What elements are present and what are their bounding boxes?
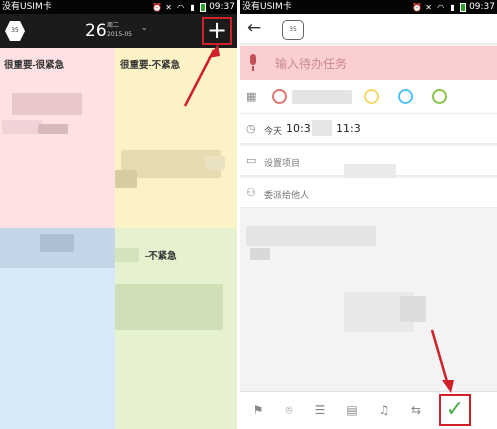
time-prefix: 今天	[264, 127, 283, 137]
mute-icon: ✕	[165, 2, 172, 12]
blurred-task	[205, 156, 225, 170]
alarm-icon: ⏰	[412, 2, 423, 12]
wifi-icon: ◠	[437, 2, 445, 12]
quadrant-important-not-urgent[interactable]: 很重要-不紧急	[115, 48, 237, 228]
folder-icon: ▭	[246, 154, 257, 167]
signal-icon: ▮	[190, 2, 195, 12]
alarm-icon: ⏰	[152, 2, 163, 12]
quadrant-label: 很重要-不紧急	[120, 60, 181, 71]
quadrant-not-important-not-urgent[interactable]: -不紧急	[115, 228, 237, 429]
repeat-icon[interactable]: ⇆	[408, 403, 424, 417]
confirm-button[interactable]: ✓	[439, 394, 471, 426]
blurred-task	[115, 284, 223, 330]
carrier-text: 没有USIM卡	[2, 2, 52, 12]
quadrant-not-important-urgent[interactable]	[0, 228, 115, 429]
hexagon-logo-icon[interactable]: 35	[5, 21, 25, 41]
back-arrow-icon[interactable]: ←	[247, 17, 261, 39]
right-phone-screen: 没有USIM卡 ⏰ ✕ ◠ ▮ 09:37 ← 35 输入待办任务 ▦ ◷ 今天…	[240, 0, 497, 429]
mute-icon: ✕	[425, 2, 432, 12]
bookmark-icon[interactable]: ⚑	[250, 403, 266, 417]
priority-yellow-option[interactable]	[364, 89, 379, 104]
bell-icon[interactable]: ♫	[376, 403, 392, 417]
delegate-label: 委派给他人	[264, 191, 310, 201]
delegate-row[interactable]: ⚇ 委派给他人	[240, 178, 497, 208]
blurred-note	[400, 296, 426, 322]
quadrant-label: -不紧急	[145, 251, 177, 262]
blurred-task	[292, 90, 352, 104]
person-icon: ⚇	[246, 186, 256, 199]
blurred-task	[115, 248, 139, 262]
chevron-down-icon[interactable]: ⌄	[141, 23, 148, 32]
priority-green-option[interactable]	[432, 89, 447, 104]
quadrant-important-urgent[interactable]: 很重要-很紧急	[0, 48, 115, 228]
app-header: 35 26 周二 2015-05 ⌄ +	[0, 14, 237, 48]
status-bar: 没有USIM卡 ⏰ ✕ ◠ ▮ 09:37	[0, 0, 237, 14]
blurred-task	[12, 93, 82, 115]
blurred-note	[250, 248, 270, 260]
blurred-task	[115, 170, 137, 188]
blurred-task	[2, 120, 42, 134]
status-time: 09:37	[469, 2, 495, 12]
weekday-label: 周二	[107, 22, 120, 29]
wifi-icon: ◠	[177, 2, 185, 12]
blurred-note	[246, 226, 376, 246]
task-editor-header: ← 35	[240, 14, 497, 44]
add-task-button[interactable]: +	[202, 17, 232, 45]
priority-row: ▦	[240, 80, 497, 114]
microphone-icon[interactable]	[248, 54, 258, 72]
start-time[interactable]: 10:3	[286, 122, 311, 135]
task-input-row[interactable]: 输入待办任务	[240, 46, 497, 80]
carrier-text: 没有USIM卡	[242, 2, 292, 12]
status-time: 09:37	[209, 2, 235, 12]
date-day[interactable]: 26	[85, 21, 107, 41]
grid-icon: ▦	[246, 90, 257, 103]
quadrant-label: 很重要-很紧急	[4, 60, 65, 71]
priority-red-option[interactable]	[272, 89, 287, 104]
hexagon-logo-icon[interactable]: 35	[282, 20, 304, 40]
blurred-task	[312, 120, 332, 136]
time-row[interactable]: ◷ 今天 10:3 11:3	[240, 114, 497, 144]
year-month-label: 2015-05	[107, 31, 133, 38]
blurred-task	[38, 124, 68, 134]
status-bar: 没有USIM卡 ⏰ ✕ ◠ ▮ 09:37	[240, 0, 497, 14]
list-icon[interactable]: ☰	[312, 403, 328, 417]
battery-icon	[200, 2, 207, 12]
task-input[interactable]: 输入待办任务	[275, 55, 347, 72]
signal-icon: ▮	[450, 2, 455, 12]
battery-icon	[460, 2, 467, 12]
project-row[interactable]: ▭ 设置项目	[240, 146, 497, 186]
priority-blue-option[interactable]	[398, 89, 413, 104]
bottom-toolbar: ⚑ ⌾ ☰ ▤ ♫ ⇆ ✓	[240, 391, 497, 429]
note-icon[interactable]: ▤	[344, 403, 360, 417]
clock-icon: ◷	[246, 122, 256, 135]
project-label: 设置项目	[264, 159, 301, 169]
end-time[interactable]: 11:3	[336, 122, 361, 135]
left-phone-screen: 没有USIM卡 ⏰ ✕ ◠ ▮ 09:37 35 26 周二 2015-05 ⌄…	[0, 0, 237, 429]
location-icon[interactable]: ⌾	[281, 403, 297, 418]
blurred-task	[40, 234, 74, 252]
